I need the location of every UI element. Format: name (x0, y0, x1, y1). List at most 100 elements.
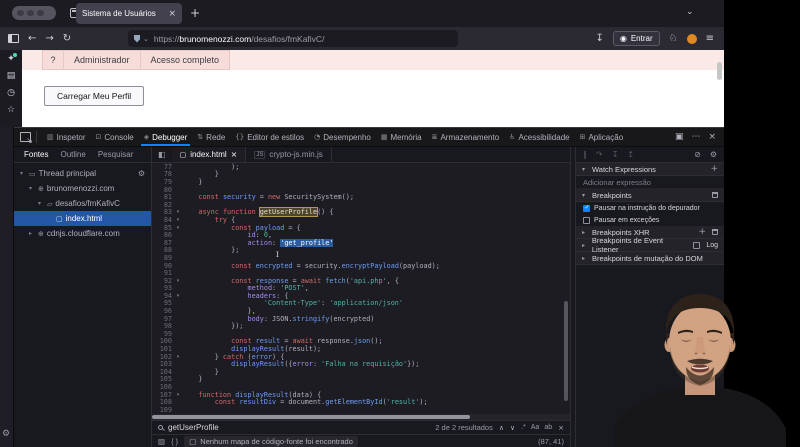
tree-item-thread-principal[interactable]: ▾▭Thread principal⚙ (14, 166, 151, 181)
code-line[interactable]: 78 } (152, 171, 570, 179)
step-over-icon[interactable]: ↷ (596, 150, 603, 159)
browser-tab[interactable]: Sistema de Usuários × (76, 3, 182, 24)
back-icon[interactable]: ← (28, 33, 36, 44)
code-line[interactable]: 88 }; (152, 247, 570, 255)
signin-button[interactable]: ◉ Entrar (613, 31, 660, 46)
section-caret-icon[interactable]: ▾ (582, 192, 588, 199)
new-tab-button[interactable]: + (190, 6, 200, 20)
editor-vertical-scrollbar[interactable] (564, 301, 568, 401)
step-out-icon[interactable]: ↥ (627, 150, 634, 159)
collapse-sources-icon[interactable]: ◧ (158, 150, 166, 159)
tree-caret-icon[interactable]: ▸ (29, 230, 35, 237)
search-prev-icon[interactable]: ∧ (499, 424, 504, 432)
history-clock-icon[interactable]: ◷ (7, 88, 15, 98)
editor-tab-crypto-js-min-js[interactable]: JScrypto-js.min.js (246, 147, 331, 162)
checkbox[interactable] (583, 217, 590, 224)
devtools-tab-desempenho[interactable]: ◔Desempenho (309, 128, 376, 146)
shield-icon[interactable] (134, 35, 140, 43)
tabs-box-icon[interactable]: ▤ (7, 71, 16, 81)
trash-icon[interactable] (712, 192, 718, 198)
fold-caret-icon[interactable]: ▾ (174, 278, 182, 284)
code-line[interactable]: 105 } (152, 376, 570, 384)
download-icon[interactable]: ↧ (595, 33, 603, 44)
devtools-tab-acessibilidade[interactable]: ♿Acessibilidade (504, 128, 574, 146)
devtools-tab-memoria[interactable]: ▦Memória (376, 128, 427, 146)
add-icon[interactable]: + (710, 165, 718, 173)
section-header-breakpoints-dom[interactable]: ▸Breakpoints de mutação do DOM (576, 252, 724, 265)
code-line[interactable]: 104 } (152, 368, 570, 376)
ignore-source-icon[interactable]: ▨ (158, 437, 165, 446)
devtools-tab-editor-de-estilos[interactable]: {}Editor de estilos (230, 128, 309, 146)
search-toggle-Aa[interactable]: Aa (531, 424, 540, 431)
tree-item-index-html[interactable]: ▢index.html (14, 211, 151, 226)
fold-caret-icon[interactable]: ▾ (174, 354, 182, 360)
sources-tab-fontes[interactable]: Fontes (24, 150, 48, 159)
fold-caret-icon[interactable]: ▾ (174, 293, 182, 299)
reload-icon[interactable]: ↻ (63, 33, 71, 44)
pick-element-icon[interactable] (20, 132, 31, 142)
devtools-tab-armazenamento[interactable]: ≣Armazenamento (427, 128, 505, 146)
devtools-tab-inspetor[interactable]: ▥Inspetor (42, 128, 91, 146)
code-line[interactable]: 81 const security = new SecuritySystem()… (152, 193, 570, 201)
trash-icon[interactable] (712, 229, 718, 235)
sidebar-toggle-icon[interactable] (8, 34, 19, 43)
forward-icon[interactable]: → (45, 33, 53, 44)
extension-icon[interactable]: ♘ (669, 33, 678, 44)
code-line[interactable]: 108 const resultDiv = document.getElemen… (152, 398, 570, 406)
code-line[interactable]: 90 const encrypted = security.encryptPay… (152, 262, 570, 270)
search-close-icon[interactable]: × (558, 424, 564, 432)
devtools-tab-rede[interactable]: ⇅Rede (192, 128, 230, 146)
section-caret-icon[interactable]: ▸ (582, 242, 588, 249)
sources-tab-outline[interactable]: Outline (60, 150, 85, 159)
pause-icon[interactable]: ∥ (583, 150, 587, 159)
deactivate-breakpoints-icon[interactable]: ⊘ (694, 150, 701, 159)
tree-caret-icon[interactable]: ▾ (20, 170, 26, 177)
search-toggle-ab[interactable]: ab (544, 424, 552, 431)
step-in-icon[interactable]: ↧ (612, 150, 619, 159)
add-icon[interactable]: + (698, 228, 706, 236)
editor-horizontal-scrollbar[interactable] (152, 414, 570, 420)
thread-settings-gear-icon[interactable]: ⚙ (138, 169, 145, 178)
section-header-watch-expressions[interactable]: ▾Watch Expressions+ (576, 163, 724, 176)
menu-icon[interactable]: ≡ (706, 33, 714, 44)
breakpoint-option[interactable]: Pausar em exceções (576, 214, 724, 226)
devtools-tab-debugger[interactable]: ◈Debugger (139, 128, 193, 146)
debugger-settings-gear-icon[interactable]: ⚙ (710, 150, 717, 159)
devtools-close-icon[interactable]: × (708, 132, 716, 142)
search-toggle-[interactable]: .* (521, 424, 526, 431)
tree-item-brunomenozzi-com[interactable]: ▾⊕brunomenozzi.com (14, 181, 151, 196)
code-editor[interactable]: 77 );78 }79 }8081 const security = new S… (152, 163, 570, 420)
search-input[interactable]: getUserProfile (168, 423, 219, 432)
tab-close-icon[interactable]: × (168, 9, 176, 19)
bookmarks-star-icon[interactable]: ☆ (7, 105, 15, 115)
url-bar[interactable]: ⌄ https://brunomenozzi.com/desafios/fmKa… (128, 30, 458, 47)
section-caret-icon[interactable]: ▸ (582, 229, 588, 236)
section-header-breakpoints[interactable]: ▾Breakpoints (576, 189, 724, 202)
fold-caret-icon[interactable]: ▾ (174, 209, 182, 215)
page-scrollbar[interactable] (717, 62, 722, 80)
log-checkbox[interactable] (693, 242, 700, 249)
tree-item-desafios-fmkafivc[interactable]: ▾▱desafios/fmKafivC (14, 196, 151, 211)
section-header-breakpoints-event-listener[interactable]: ▸Breakpoints de Event ListenerLog (576, 239, 724, 252)
fold-caret-icon[interactable]: ▾ (174, 392, 182, 398)
ai-sparkle-icon[interactable]: ✦ (7, 54, 15, 64)
profile-avatar[interactable] (687, 34, 697, 44)
section-caret-icon[interactable]: ▾ (582, 166, 588, 173)
search-next-icon[interactable]: ∨ (510, 424, 515, 432)
fold-caret-icon[interactable]: ▾ (174, 217, 182, 223)
devtools-tab-aplicacao[interactable]: ⊞Aplicação (575, 128, 629, 146)
tree-caret-icon[interactable]: ▾ (29, 185, 35, 192)
watch-expression-input[interactable]: Adicionar expressão (576, 176, 724, 189)
code-line[interactable]: 79 } (152, 178, 570, 186)
editor-tab-index-html[interactable]: ▢index.html× (172, 147, 247, 162)
settings-gear-icon[interactable]: ⚙ (2, 429, 10, 439)
devtools-tab-console[interactable]: ⊡Console (91, 128, 139, 146)
meatball-menu-icon[interactable]: ⋯ (691, 132, 700, 142)
window-controls[interactable] (12, 6, 56, 20)
tab-close-icon[interactable]: × (231, 150, 238, 159)
line-number[interactable]: 109 (152, 406, 174, 414)
code-line[interactable]: 109 (152, 406, 570, 414)
tree-caret-icon[interactable]: ▾ (38, 200, 44, 207)
code-line[interactable]: 98 }); (152, 322, 570, 330)
tab-list-chevron-icon[interactable]: ⌄ (686, 7, 694, 17)
